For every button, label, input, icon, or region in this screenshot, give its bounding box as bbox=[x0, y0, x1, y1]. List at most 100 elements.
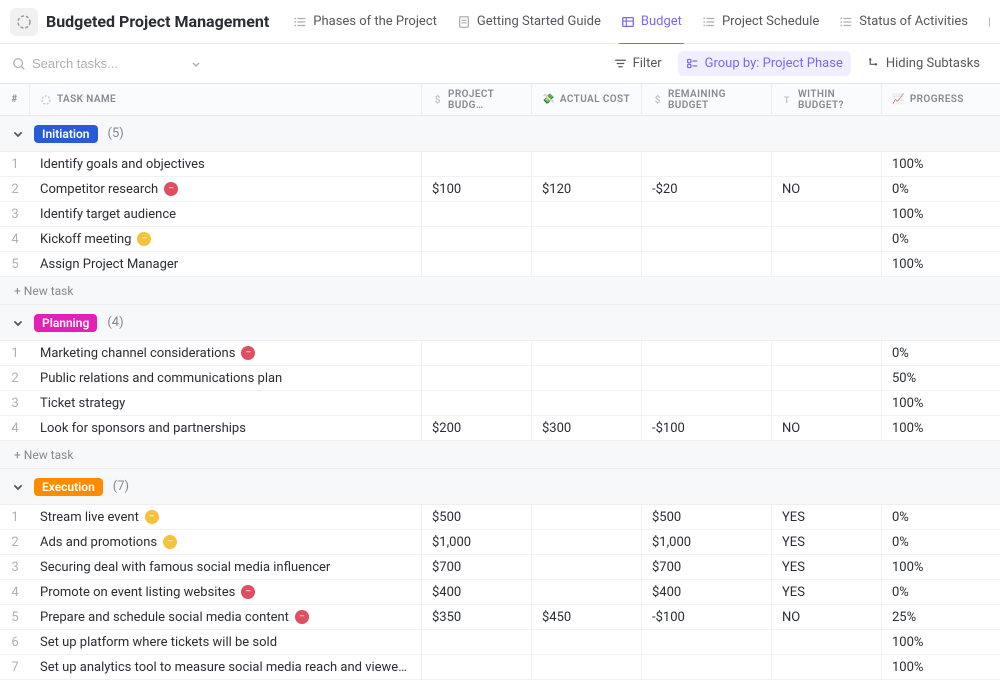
new-task-button[interactable]: + New task bbox=[0, 441, 1000, 469]
cell-remaining[interactable] bbox=[642, 202, 772, 226]
tab-project-schedule[interactable]: Project Schedule bbox=[692, 0, 829, 44]
cell-budget[interactable] bbox=[422, 152, 532, 176]
cell-budget[interactable] bbox=[422, 366, 532, 390]
table-row[interactable]: 5Assign Project Manager100% bbox=[0, 252, 1000, 277]
subtasks-button[interactable]: Hiding Subtasks bbox=[859, 51, 988, 76]
cell-actual[interactable] bbox=[532, 630, 642, 654]
cell-progress[interactable]: 100% bbox=[882, 391, 1000, 415]
cell-remaining[interactable] bbox=[642, 152, 772, 176]
cell-within[interactable]: NO bbox=[772, 605, 882, 629]
cell-remaining[interactable] bbox=[642, 391, 772, 415]
col-task-name[interactable]: TASK NAME bbox=[30, 84, 422, 115]
group-header[interactable]: Planning(4) bbox=[0, 305, 1000, 341]
col-progress[interactable]: 📈 PROGRESS bbox=[882, 84, 1000, 115]
table-row[interactable]: 4Look for sponsors and partnerships$200$… bbox=[0, 416, 1000, 441]
cell-task-name[interactable]: Set up analytics tool to measure social … bbox=[30, 655, 422, 679]
table-row[interactable]: 2Ads and promotions–$1,000$1,000YES0% bbox=[0, 530, 1000, 555]
tab-board[interactable]: Board bbox=[978, 0, 990, 44]
cell-within[interactable] bbox=[772, 366, 882, 390]
col-number[interactable]: # bbox=[0, 84, 30, 115]
cell-task-name[interactable]: Public relations and communications plan bbox=[30, 366, 422, 390]
table-row[interactable]: 3Identify target audience100% bbox=[0, 202, 1000, 227]
cell-remaining[interactable]: $700 bbox=[642, 555, 772, 579]
cell-within[interactable] bbox=[772, 655, 882, 679]
cell-task-name[interactable]: Marketing channel considerations– bbox=[30, 341, 422, 365]
cell-remaining[interactable] bbox=[642, 630, 772, 654]
cell-progress[interactable]: 100% bbox=[882, 416, 1000, 440]
cell-progress[interactable]: 0% bbox=[882, 177, 1000, 201]
group-by-button[interactable]: Group by: Project Phase bbox=[678, 51, 851, 76]
cell-actual[interactable] bbox=[532, 555, 642, 579]
search-input[interactable] bbox=[32, 56, 162, 71]
cell-within[interactable] bbox=[772, 391, 882, 415]
cell-actual[interactable] bbox=[532, 227, 642, 251]
table-row[interactable]: 4Promote on event listing websites–$400$… bbox=[0, 580, 1000, 605]
cell-progress[interactable]: 100% bbox=[882, 202, 1000, 226]
cell-remaining[interactable] bbox=[642, 341, 772, 365]
tab-phases-of-the-project[interactable]: Phases of the Project bbox=[283, 0, 447, 44]
table-row[interactable]: 3Securing deal with famous social media … bbox=[0, 555, 1000, 580]
new-task-button[interactable]: + New task bbox=[0, 277, 1000, 305]
cell-progress[interactable]: 0% bbox=[882, 227, 1000, 251]
cell-progress[interactable]: 0% bbox=[882, 580, 1000, 604]
cell-actual[interactable] bbox=[532, 341, 642, 365]
table-row[interactable]: 7Set up analytics tool to measure social… bbox=[0, 655, 1000, 680]
cell-budget[interactable] bbox=[422, 655, 532, 679]
cell-task-name[interactable]: Identify goals and objectives bbox=[30, 152, 422, 176]
cell-progress[interactable]: 0% bbox=[882, 341, 1000, 365]
cell-task-name[interactable]: Look for sponsors and partnerships bbox=[30, 416, 422, 440]
cell-budget[interactable] bbox=[422, 202, 532, 226]
cell-budget[interactable] bbox=[422, 341, 532, 365]
cell-progress[interactable]: 100% bbox=[882, 655, 1000, 679]
table-row[interactable]: 6Set up platform where tickets will be s… bbox=[0, 630, 1000, 655]
cell-task-name[interactable]: Securing deal with famous social media i… bbox=[30, 555, 422, 579]
cell-task-name[interactable]: Ticket strategy bbox=[30, 391, 422, 415]
tab-status-of-activities[interactable]: Status of Activities bbox=[829, 0, 978, 44]
cell-actual[interactable] bbox=[532, 580, 642, 604]
caret-down-icon[interactable] bbox=[12, 128, 24, 140]
table-row[interactable]: 4Kickoff meeting–0% bbox=[0, 227, 1000, 252]
cell-budget[interactable]: $1,000 bbox=[422, 530, 532, 554]
cell-progress[interactable]: 100% bbox=[882, 252, 1000, 276]
cell-within[interactable] bbox=[772, 630, 882, 654]
cell-actual[interactable] bbox=[532, 505, 642, 529]
cell-actual[interactable] bbox=[532, 391, 642, 415]
cell-within[interactable]: YES bbox=[772, 580, 882, 604]
col-actual-cost[interactable]: 💸 ACTUAL COST bbox=[532, 84, 642, 115]
col-project-budget[interactable]: $ PROJECT BUDG… bbox=[422, 84, 532, 115]
cell-task-name[interactable]: Promote on event listing websites– bbox=[30, 580, 422, 604]
cell-actual[interactable] bbox=[532, 202, 642, 226]
cell-budget[interactable]: $400 bbox=[422, 580, 532, 604]
cell-actual[interactable] bbox=[532, 655, 642, 679]
cell-task-name[interactable]: Competitor research– bbox=[30, 177, 422, 201]
cell-remaining[interactable]: $1,000 bbox=[642, 530, 772, 554]
caret-down-icon[interactable] bbox=[12, 481, 24, 493]
table-row[interactable]: 2Public relations and communications pla… bbox=[0, 366, 1000, 391]
cell-remaining[interactable]: -$100 bbox=[642, 605, 772, 629]
tab-getting-started-guide[interactable]: Getting Started Guide bbox=[447, 0, 611, 44]
table-row[interactable]: 2Competitor research–$100$120-$20NO0% bbox=[0, 177, 1000, 202]
table-row[interactable]: 1Marketing channel considerations–0% bbox=[0, 341, 1000, 366]
cell-budget[interactable]: $700 bbox=[422, 555, 532, 579]
chevron-down-icon[interactable] bbox=[190, 58, 202, 70]
cell-task-name[interactable]: Identify target audience bbox=[30, 202, 422, 226]
cell-task-name[interactable]: Kickoff meeting– bbox=[30, 227, 422, 251]
cell-within[interactable]: YES bbox=[772, 555, 882, 579]
col-within-budget[interactable]: T WITHIN BUDGET? bbox=[772, 84, 882, 115]
cell-actual[interactable]: $120 bbox=[532, 177, 642, 201]
cell-progress[interactable]: 0% bbox=[882, 530, 1000, 554]
filter-button[interactable]: Filter bbox=[606, 51, 670, 76]
cell-within[interactable] bbox=[772, 341, 882, 365]
cell-budget[interactable]: $350 bbox=[422, 605, 532, 629]
cell-within[interactable]: NO bbox=[772, 416, 882, 440]
table-row[interactable]: 5Prepare and schedule social media conte… bbox=[0, 605, 1000, 630]
cell-remaining[interactable] bbox=[642, 655, 772, 679]
cell-remaining[interactable]: -$100 bbox=[642, 416, 772, 440]
cell-task-name[interactable]: Ads and promotions– bbox=[30, 530, 422, 554]
table-row[interactable]: 1Stream live event–$500$500YES0% bbox=[0, 505, 1000, 530]
cell-actual[interactable]: $450 bbox=[532, 605, 642, 629]
cell-progress[interactable]: 100% bbox=[882, 152, 1000, 176]
cell-remaining[interactable]: $400 bbox=[642, 580, 772, 604]
cell-actual[interactable] bbox=[532, 530, 642, 554]
cell-actual[interactable] bbox=[532, 252, 642, 276]
